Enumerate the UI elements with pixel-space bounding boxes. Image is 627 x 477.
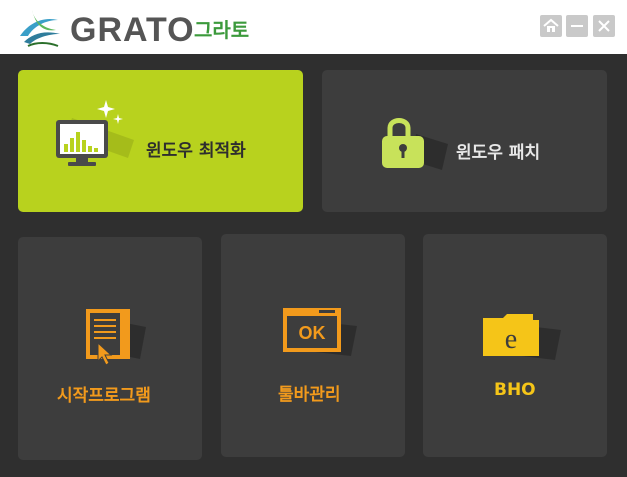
tile-label: 툴바관리 [278,385,341,405]
tile-toolbar-management[interactable]: OK 툴바관리 [221,234,405,457]
home-button[interactable] [540,15,562,37]
close-icon [598,20,610,32]
ie-e-glyph: e [505,324,517,355]
document-cursor-icon [86,309,146,366]
tile-bho[interactable]: e BHO [423,234,607,457]
tile-windows-patch[interactable]: 윈도우 패치 [322,70,607,212]
brand-name: GRATO [70,11,195,49]
tile-startup-programs[interactable]: 시작프로그램 [18,237,202,460]
ok-window-icon: OK [283,308,357,356]
tile-windows-optimize[interactable]: 윈도우 최적화 [18,70,303,212]
folder-e-icon: e [483,314,561,360]
brand-name-korean: 그라토 [194,18,250,42]
title-bar: GRATO 그라토 [0,0,627,54]
minimize-button[interactable] [566,15,588,37]
padlock-icon [382,118,448,170]
tile-label: 윈도우 패치 [456,143,541,163]
ok-badge: OK [299,323,326,343]
monitor-equalizer-icon [56,100,134,166]
tile-label: 윈도우 최적화 [146,141,246,161]
grato-logo-icon [20,10,60,47]
tile-label: 시작프로그램 [57,386,151,406]
tile-label: BHO [494,380,536,400]
close-button[interactable] [593,15,615,37]
minimize-icon [571,25,583,27]
home-icon [543,18,559,32]
